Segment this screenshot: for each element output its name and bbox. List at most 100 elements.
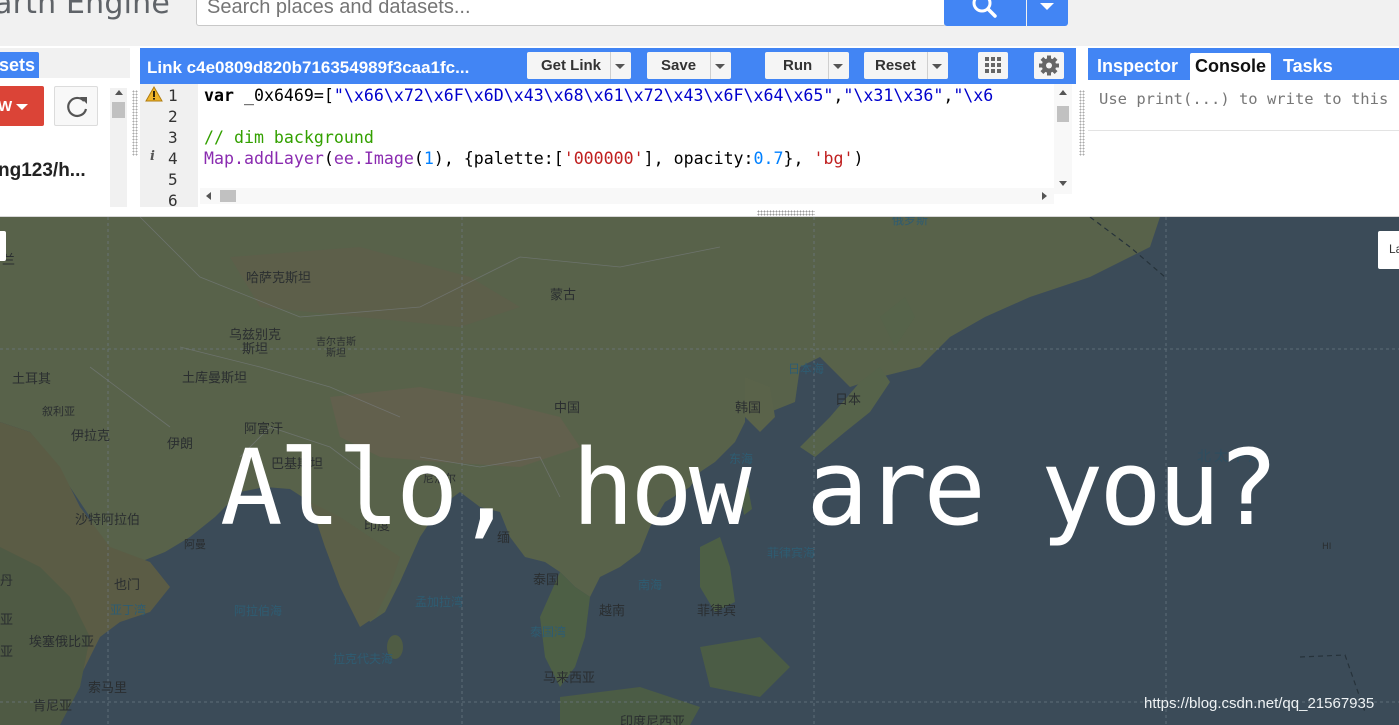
map-label: 埃塞俄比亚 bbox=[29, 635, 95, 650]
console-hint: Use print(...) to write to this bbox=[1099, 90, 1389, 108]
code-string: "\x31\x36" bbox=[843, 86, 944, 105]
chevron-down-icon[interactable] bbox=[833, 64, 843, 69]
layers-button[interactable]: La bbox=[1378, 231, 1399, 269]
refresh-icon bbox=[67, 96, 88, 118]
map-label: 菲律宾 bbox=[697, 604, 737, 619]
code-vertical-scrollbar[interactable] bbox=[1054, 84, 1072, 194]
map-label: 吉尔吉斯 斯坦 bbox=[316, 337, 356, 359]
new-button-label: W bbox=[0, 98, 13, 115]
editor-toolbar: Link c4e0809d820b716354989f3caa1fc... Ge… bbox=[140, 48, 1076, 84]
search-dropdown-button[interactable] bbox=[1027, 0, 1068, 26]
run-label: Run bbox=[783, 57, 813, 74]
button-separator bbox=[610, 52, 611, 79]
apps-button[interactable] bbox=[978, 52, 1008, 79]
code-text: , bbox=[943, 86, 954, 105]
code-line-1: var _0x6469=["\x66\x72\x6F\x6D\x43\x68\x… bbox=[204, 86, 993, 105]
splitter-right[interactable] bbox=[1079, 90, 1085, 156]
line-number: 3 bbox=[168, 128, 178, 147]
left-tab-bar: sets bbox=[0, 48, 130, 78]
code-function: Map.addLayer bbox=[204, 149, 324, 168]
chevron-down-icon bbox=[1040, 3, 1054, 10]
code-string: '000000' bbox=[563, 149, 644, 168]
map-view[interactable]: 兰 哈萨克斯坦 蒙古 乌兹别克 斯坦 吉尔吉斯 斯坦 土耳其 土库曼斯坦 叙利亚… bbox=[0, 217, 1399, 725]
map-label: 也门 bbox=[114, 578, 141, 593]
warning-icon[interactable] bbox=[145, 86, 163, 102]
map-overlay-text: Allo, how are you? bbox=[220, 427, 1279, 549]
code-text: ( bbox=[413, 149, 424, 168]
map-label: 叙利亚 bbox=[42, 405, 75, 418]
map-label: 土耳其 bbox=[12, 372, 52, 387]
line-number: 4 bbox=[168, 149, 178, 168]
map-label: 韩国 bbox=[735, 401, 762, 416]
code-editor-panel: Link c4e0809d820b716354989f3caa1fc... Ge… bbox=[140, 48, 1076, 208]
code-number: 1 bbox=[423, 149, 434, 168]
left-panel: sets W ng123/h... bbox=[0, 48, 130, 208]
script-title: Link c4e0809d820b716354989f3caa1fc... bbox=[147, 58, 470, 77]
tab-inspector[interactable]: Inspector bbox=[1092, 53, 1183, 80]
code-text: ( bbox=[323, 149, 334, 168]
get-link-label: Get Link bbox=[541, 57, 602, 74]
script-repo-item[interactable]: ng123/h... bbox=[0, 160, 86, 182]
panel-divider bbox=[0, 207, 1399, 217]
scroll-down-icon[interactable] bbox=[1059, 181, 1067, 186]
right-tab-bar: Inspector Console Tasks bbox=[1088, 48, 1399, 80]
map-label: 泰国 bbox=[533, 573, 560, 588]
search-input[interactable] bbox=[207, 0, 927, 21]
left-scrollbar[interactable] bbox=[110, 88, 127, 208]
map-label: 土库曼斯坦 bbox=[182, 371, 248, 386]
code-string: "\x6 bbox=[953, 86, 994, 105]
tab-assets[interactable]: sets bbox=[0, 52, 39, 78]
right-panel: Inspector Console Tasks Use print(...) t… bbox=[1088, 48, 1399, 208]
scroll-left-icon[interactable] bbox=[206, 192, 211, 200]
settings-button[interactable] bbox=[1034, 52, 1064, 79]
map-label: 中国 bbox=[554, 401, 581, 416]
line-number-gutter: i 1 2 3 4 5 6 bbox=[140, 84, 198, 208]
code-comment: // dim background bbox=[204, 128, 374, 147]
grid-icon bbox=[985, 57, 1001, 73]
map-control-left[interactable] bbox=[0, 231, 6, 261]
map-label: 阿曼 bbox=[184, 538, 206, 551]
scrollbar-thumb[interactable] bbox=[112, 102, 125, 118]
code-line-4: Map.addLayer(ee.Image(1), {palette:['000… bbox=[204, 149, 863, 168]
info-icon[interactable]: i bbox=[150, 149, 155, 164]
refresh-button[interactable] bbox=[54, 86, 98, 126]
get-link-button[interactable]: Get Link bbox=[527, 52, 631, 79]
splitter-horizontal[interactable] bbox=[757, 210, 815, 216]
scrollbar-thumb[interactable] bbox=[1057, 106, 1069, 122]
save-button[interactable]: Save bbox=[647, 52, 731, 79]
reset-label: Reset bbox=[875, 57, 916, 74]
reset-button[interactable]: Reset bbox=[864, 52, 948, 79]
tab-console[interactable]: Console bbox=[1190, 53, 1272, 80]
new-button[interactable]: W bbox=[0, 86, 44, 126]
code-text: }, bbox=[783, 149, 814, 168]
chevron-down-icon[interactable] bbox=[715, 64, 725, 69]
splitter-left[interactable] bbox=[132, 90, 138, 156]
map-label: 蒙古 bbox=[550, 288, 577, 303]
scroll-up-icon[interactable] bbox=[1059, 90, 1067, 95]
code-text: _0x6469=[ bbox=[233, 86, 334, 105]
code-number: 0.7 bbox=[753, 149, 784, 168]
code-keyword: var bbox=[204, 86, 234, 105]
code-string: 'bg' bbox=[813, 149, 854, 168]
code-text: ) bbox=[853, 149, 864, 168]
map-label: 俄罗斯 bbox=[892, 217, 929, 227]
watermark-text: https://blog.csdn.net/qq_21567935 bbox=[1144, 695, 1375, 712]
map-label: 越南 bbox=[599, 604, 626, 619]
tab-tasks[interactable]: Tasks bbox=[1278, 53, 1338, 80]
map-label: 索马里 bbox=[88, 681, 128, 696]
console-divider bbox=[1088, 130, 1399, 131]
line-number: 5 bbox=[168, 170, 178, 189]
scroll-right-icon[interactable] bbox=[1042, 192, 1047, 200]
map-label: 亚 bbox=[0, 613, 14, 628]
code-line-3: // dim background bbox=[204, 128, 374, 147]
chevron-down-icon[interactable] bbox=[615, 64, 625, 69]
chevron-down-icon[interactable] bbox=[932, 64, 942, 69]
scroll-up-icon[interactable] bbox=[115, 90, 123, 95]
code-horizontal-scrollbar[interactable] bbox=[200, 188, 1054, 204]
run-button[interactable]: Run bbox=[765, 52, 849, 79]
code-area[interactable]: var _0x6469=["\x66\x72\x6F\x6D\x43\x68\x… bbox=[204, 84, 1056, 194]
map-label: 肯尼亚 bbox=[33, 699, 73, 714]
search-button[interactable] bbox=[944, 0, 1026, 26]
map-label: 哈萨克斯坦 bbox=[246, 271, 312, 286]
scrollbar-thumb[interactable] bbox=[220, 190, 236, 202]
